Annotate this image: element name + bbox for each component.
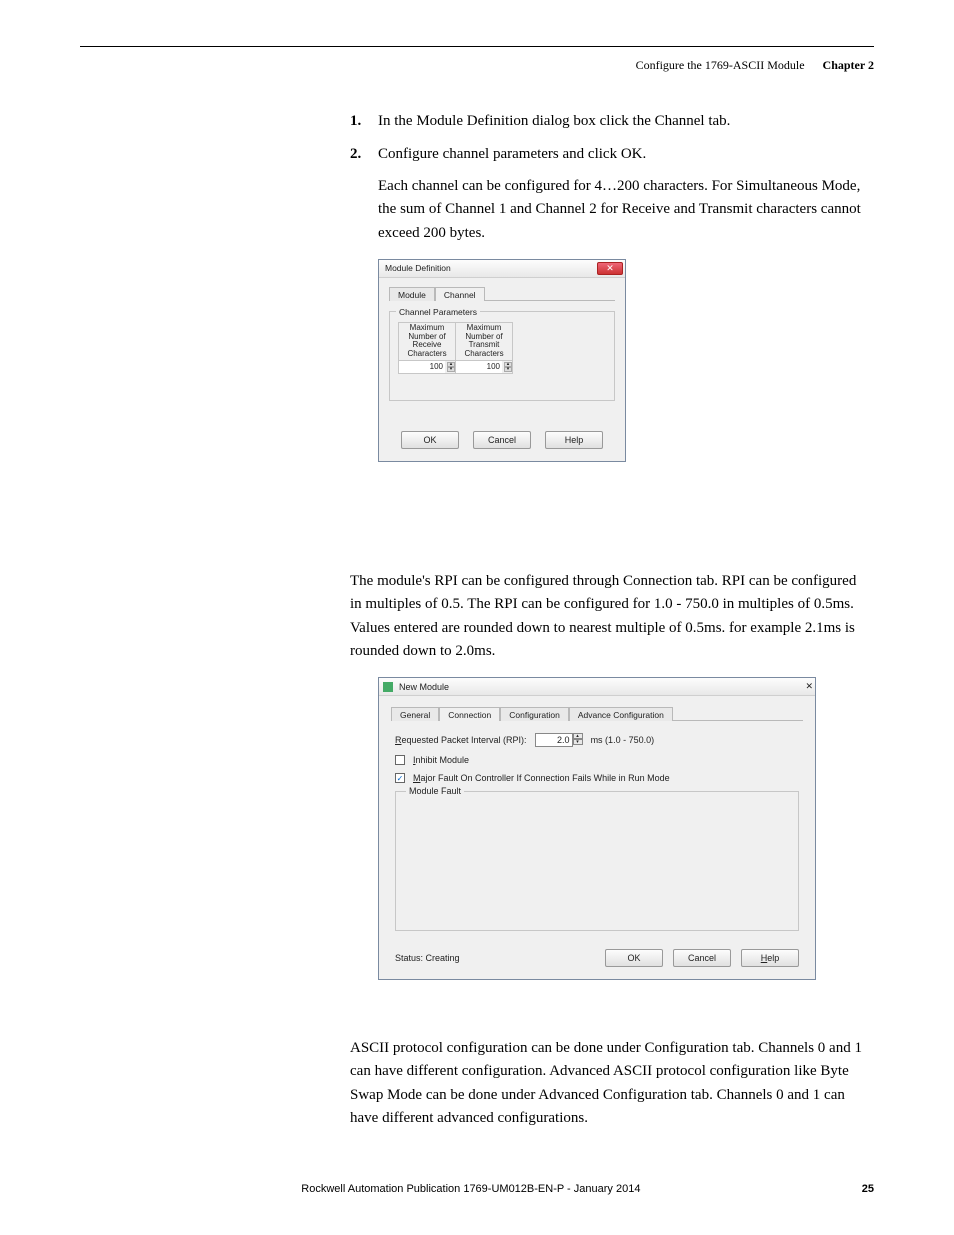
col-receive: Maximum Number of Receive Characters [399,322,456,360]
tab-connection[interactable]: Connection [439,707,500,721]
publication-info: Rockwell Automation Publication 1769-UM0… [80,1183,862,1195]
spinner-buttons[interactable]: ▴▾ [573,733,583,747]
receive-chars-input[interactable]: 100 [399,361,445,373]
rpi-label: Requested Packet Interval (RPI): [395,735,527,745]
paragraph-rpi: The module's RPI can be configured throu… [350,570,864,663]
rpi-input[interactable]: 2.0 [535,733,573,747]
tab-advance-configuration[interactable]: Advance Configuration [569,707,673,721]
inhibit-checkbox[interactable] [395,755,405,765]
majorfault-label: Major Fault On Controller If Connection … [413,773,670,783]
steps-list: In the Module Definition dialog box clic… [350,110,864,165]
spinner-buttons[interactable]: ▴▾ [504,362,512,372]
channel-parameters-fieldset: Channel Parameters Maximum Number of Rec… [389,311,615,401]
tab-module[interactable]: Module [389,287,435,301]
app-icon [383,682,393,692]
dialog2-title: New Module [399,682,449,692]
header-title: Configure the 1769-ASCII Module [636,58,805,73]
paragraph-ascii-config: ASCII protocol configuration can be done… [350,1037,864,1130]
status-text: Status: Creating [395,953,460,963]
dialog-title: Module Definition [385,263,451,273]
fieldset-label: Channel Parameters [396,307,480,317]
page-footer: Rockwell Automation Publication 1769-UM0… [80,1183,874,1195]
tab-general[interactable]: General [391,707,439,721]
chapter-label: Chapter 2 [823,58,874,73]
inhibit-label: Inhibit Module [413,755,469,765]
help-button[interactable]: Help [741,949,799,967]
spinner-buttons[interactable]: ▴▾ [447,362,455,372]
col-transmit: Maximum Number of Transmit Characters [456,322,513,360]
ok-button[interactable]: OK [401,431,459,449]
tab-configuration[interactable]: Configuration [500,707,569,721]
module-fault-group: Module Fault [395,791,799,931]
page-header: Configure the 1769-ASCII Module Chapter … [636,58,874,73]
paragraph-channel-limits: Each channel can be configured for 4…200… [378,175,864,245]
tab-channel[interactable]: Channel [435,287,485,301]
cancel-button[interactable]: Cancel [673,949,731,967]
channel-params-table: Maximum Number of Receive Characters Max… [398,322,513,374]
ok-button[interactable]: OK [605,949,663,967]
module-definition-dialog: Module Definition ✕ Module Channel Chann… [378,259,626,462]
transmit-chars-input[interactable]: 100 [456,361,502,373]
rpi-range: ms (1.0 - 750.0) [591,735,655,745]
step-2: Configure channel parameters and click O… [350,143,864,166]
dialog-tabs: Module Channel [389,286,615,301]
help-button[interactable]: Help [545,431,603,449]
new-module-dialog: New Module ✕ General Connection Configur… [378,677,816,980]
dialog-titlebar: Module Definition ✕ [379,260,625,278]
cancel-button[interactable]: Cancel [473,431,531,449]
step-1: In the Module Definition dialog box clic… [350,110,864,133]
module-fault-label: Module Fault [406,786,464,796]
majorfault-checkbox[interactable]: ✓ [395,773,405,783]
close-icon[interactable]: ✕ [805,681,813,692]
close-icon[interactable]: ✕ [597,262,623,275]
page-number: 25 [862,1183,874,1195]
